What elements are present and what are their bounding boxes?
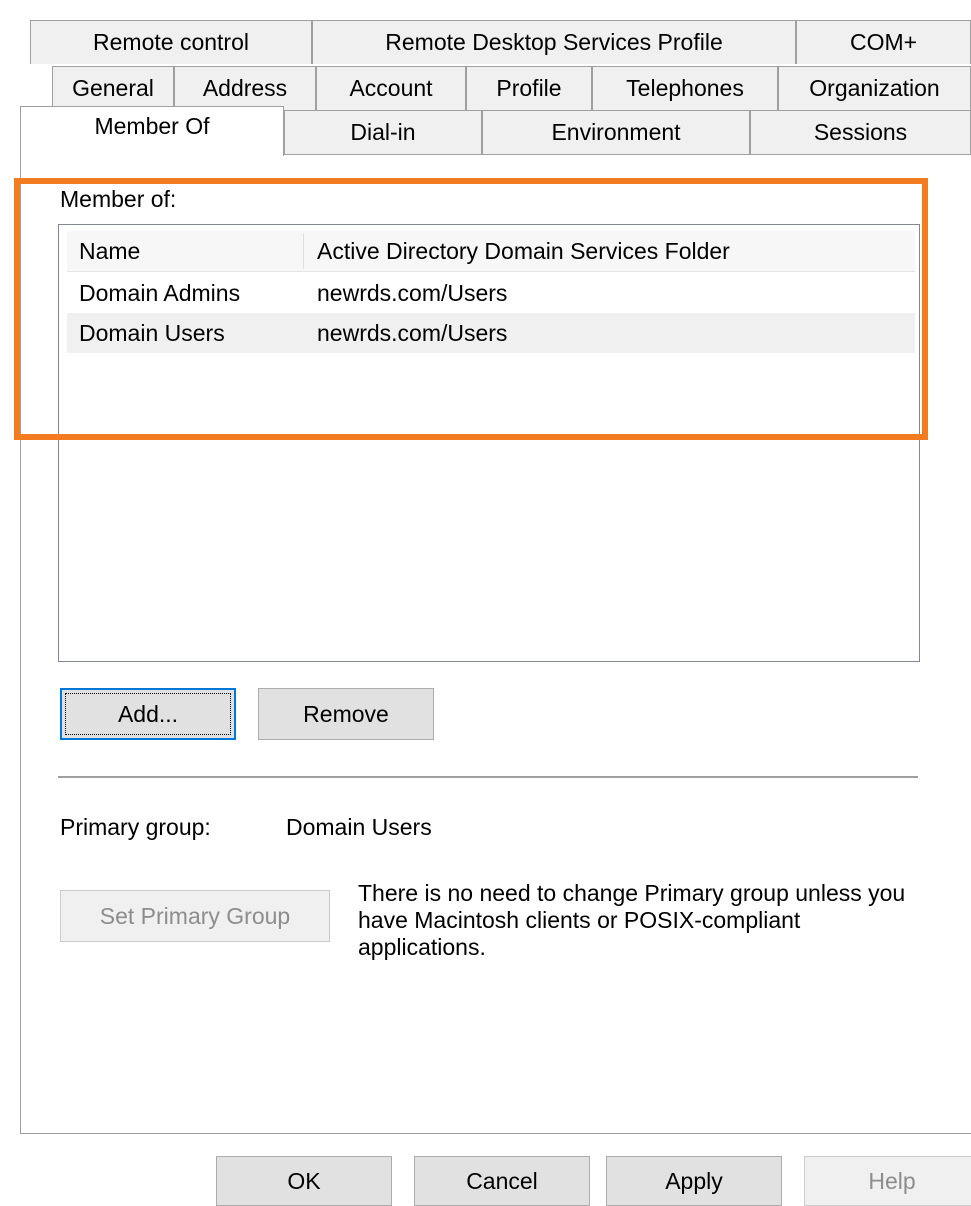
ok-button[interactable]: OK <box>216 1156 392 1206</box>
tab-general[interactable]: General <box>52 66 174 110</box>
primary-group-value: Domain Users <box>286 814 432 840</box>
tab-dial-in[interactable]: Dial-in <box>284 110 482 154</box>
tab-account[interactable]: Account <box>316 66 466 110</box>
tab-member-of[interactable]: Member Of <box>20 106 284 156</box>
tab-com-plus[interactable]: COM+ <box>796 20 971 64</box>
tab-environment[interactable]: Environment <box>482 110 750 154</box>
remove-button[interactable]: Remove <box>258 688 434 740</box>
set-primary-group-button[interactable]: Set Primary Group <box>60 890 330 942</box>
highlight-box <box>14 178 928 440</box>
focus-rectangle <box>65 693 231 735</box>
help-button[interactable]: Help <box>804 1156 971 1206</box>
primary-group-label: Primary group: <box>60 814 211 840</box>
add-button[interactable]: Add... <box>60 688 236 740</box>
tab-remote-control[interactable]: Remote control <box>30 20 312 64</box>
divider <box>58 776 918 778</box>
tab-telephones[interactable]: Telephones <box>592 66 778 110</box>
primary-group-note: There is no need to change Primary group… <box>358 880 906 960</box>
apply-button[interactable]: Apply <box>606 1156 782 1206</box>
tab-remote-desktop-services-profile[interactable]: Remote Desktop Services Profile <box>312 20 796 64</box>
tab-sessions[interactable]: Sessions <box>750 110 971 154</box>
cancel-button[interactable]: Cancel <box>414 1156 590 1206</box>
tab-organization[interactable]: Organization <box>778 66 971 110</box>
tab-profile[interactable]: Profile <box>466 66 592 110</box>
tab-address[interactable]: Address <box>174 66 316 110</box>
